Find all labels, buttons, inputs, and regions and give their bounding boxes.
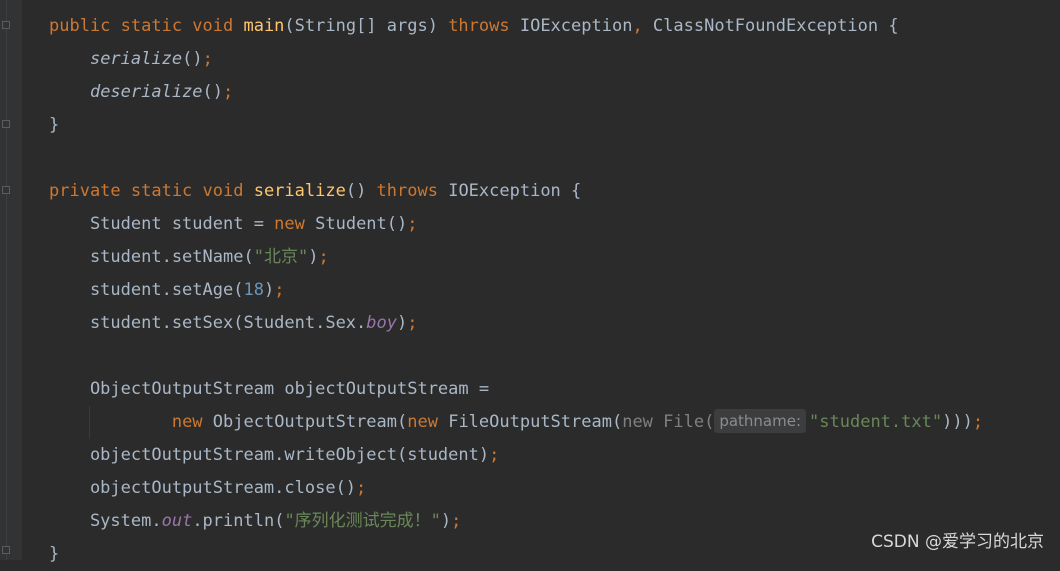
fold-marker-icon[interactable]	[2, 120, 10, 128]
code-token: student.setSex(Student.Sex.	[49, 313, 367, 333]
code-token: ;	[972, 412, 984, 432]
code-editor[interactable]: public static void main(String[] args) t…	[49, 10, 1049, 571]
code-line[interactable]: public static void main(String[] args) t…	[49, 10, 1049, 43]
code-line[interactable]: Student student = new Student();	[49, 208, 1049, 241]
code-token: FileOutputStream(	[448, 412, 623, 432]
code-token: student.setName(	[49, 247, 254, 267]
code-token: )))	[942, 412, 973, 432]
code-token: ()	[182, 49, 203, 69]
parameter-name-hint: pathname:	[714, 409, 807, 433]
code-token: ()	[202, 82, 224, 102]
code-line[interactable]: ObjectOutputStream objectOutputStream =	[49, 373, 1049, 406]
code-token: public static void	[49, 16, 244, 36]
fold-marker-icon[interactable]	[2, 21, 10, 29]
code-token: throws	[376, 181, 449, 201]
code-line[interactable]: student.setSex(Student.Sex.boy);	[49, 307, 1049, 340]
code-token: }	[49, 544, 60, 564]
code-token: new File(	[622, 412, 715, 432]
code-line[interactable]: }	[49, 109, 1049, 142]
code-token: .println(	[192, 511, 285, 531]
code-token: IOException	[519, 16, 633, 36]
code-token: serialize	[253, 181, 346, 201]
code-line[interactable]	[49, 142, 1049, 175]
fold-guide-line	[6, 0, 7, 560]
code-token: )	[397, 313, 408, 333]
code-token: ;	[318, 247, 329, 267]
code-token: "student.txt"	[809, 412, 943, 432]
code-line[interactable]: serialize();	[49, 43, 1049, 76]
code-token: objectOutputStream.writeObject(student)	[49, 445, 490, 465]
code-token: ;	[451, 511, 462, 531]
code-token: ;	[223, 82, 234, 102]
code-token: objectOutputStream.close()	[49, 478, 357, 498]
fold-marker-icon[interactable]	[2, 546, 10, 554]
code-token: (String[] args)	[284, 16, 449, 36]
code-token: ;	[274, 280, 285, 300]
code-token: ()	[345, 181, 377, 201]
code-token: ,	[632, 16, 653, 36]
code-token: student.setAge(	[49, 280, 244, 300]
code-token: Student()	[315, 214, 408, 234]
code-token: throws	[448, 16, 520, 36]
code-token: serialize	[89, 49, 183, 69]
code-token: ObjectOutputStream objectOutputStream =	[49, 379, 490, 399]
code-token: deserialize	[89, 82, 203, 102]
code-token: ;	[202, 49, 213, 69]
code-token: main	[243, 16, 285, 36]
code-token: "序列化测试完成！"	[284, 511, 441, 531]
code-token: boy	[366, 313, 397, 333]
indent-guide	[89, 406, 90, 439]
code-line[interactable]	[49, 340, 1049, 373]
code-token: ;	[407, 214, 418, 234]
code-token: Student student =	[49, 214, 275, 234]
code-line[interactable]: student.setName("北京");	[49, 241, 1049, 274]
code-token: "北京"	[253, 247, 309, 267]
code-token: }	[49, 115, 60, 135]
code-token: ;	[489, 445, 500, 465]
code-token: ObjectOutputStream(	[212, 412, 408, 432]
code-token: out	[161, 511, 193, 531]
code-token: 18	[243, 280, 264, 300]
code-line[interactable]: new ObjectOutputStream(new FileOutputStr…	[49, 406, 1049, 439]
watermark-text: CSDN @爱学习的北京	[871, 532, 1044, 552]
fold-marker-icon[interactable]	[2, 186, 10, 194]
code-line[interactable]: objectOutputStream.close();	[49, 472, 1049, 505]
code-line[interactable]: private static void serialize() throws I…	[49, 175, 1049, 208]
code-token: new	[407, 412, 449, 432]
code-token: System.	[49, 511, 162, 531]
code-line[interactable]: objectOutputStream.writeObject(student);	[49, 439, 1049, 472]
code-token: )	[308, 247, 319, 267]
code-token: )	[263, 280, 275, 300]
code-line[interactable]: student.setAge(18);	[49, 274, 1049, 307]
code-token: ;	[356, 478, 367, 498]
code-line[interactable]: deserialize();	[49, 76, 1049, 109]
code-token: private static void	[49, 181, 254, 201]
code-token: new	[171, 412, 213, 432]
code-token: )	[440, 511, 452, 531]
code-token: ;	[407, 313, 418, 333]
editor-gutter	[0, 0, 22, 560]
code-token: ClassNotFoundException {	[652, 16, 899, 36]
code-token: new	[274, 214, 316, 234]
code-token: IOException {	[448, 181, 582, 201]
